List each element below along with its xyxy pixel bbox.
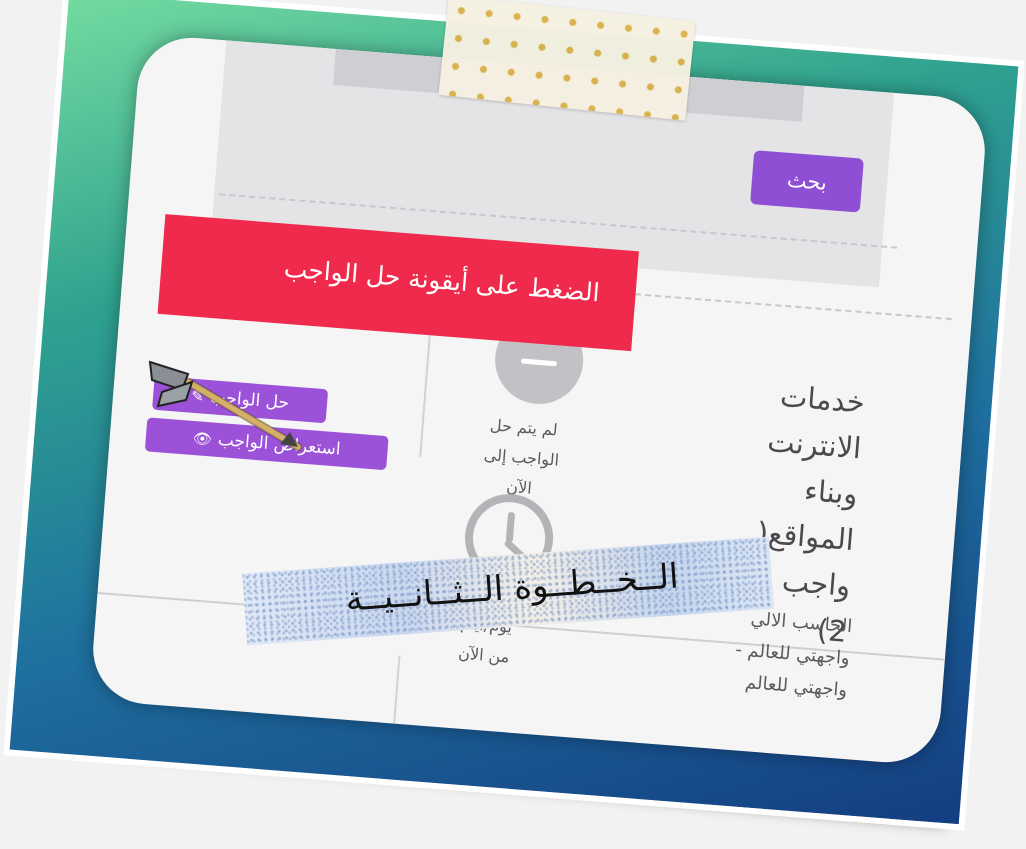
red-mark: [1016, 392, 1026, 426]
arrow-icon: [148, 360, 303, 452]
not-solved-status: لم يتم حل الواجب إلى الآن: [458, 408, 585, 507]
search-button[interactable]: بحث: [750, 150, 864, 213]
banner-text: الضغط على أيقونة حل الواجب: [282, 253, 601, 308]
column-divider: [419, 327, 432, 457]
